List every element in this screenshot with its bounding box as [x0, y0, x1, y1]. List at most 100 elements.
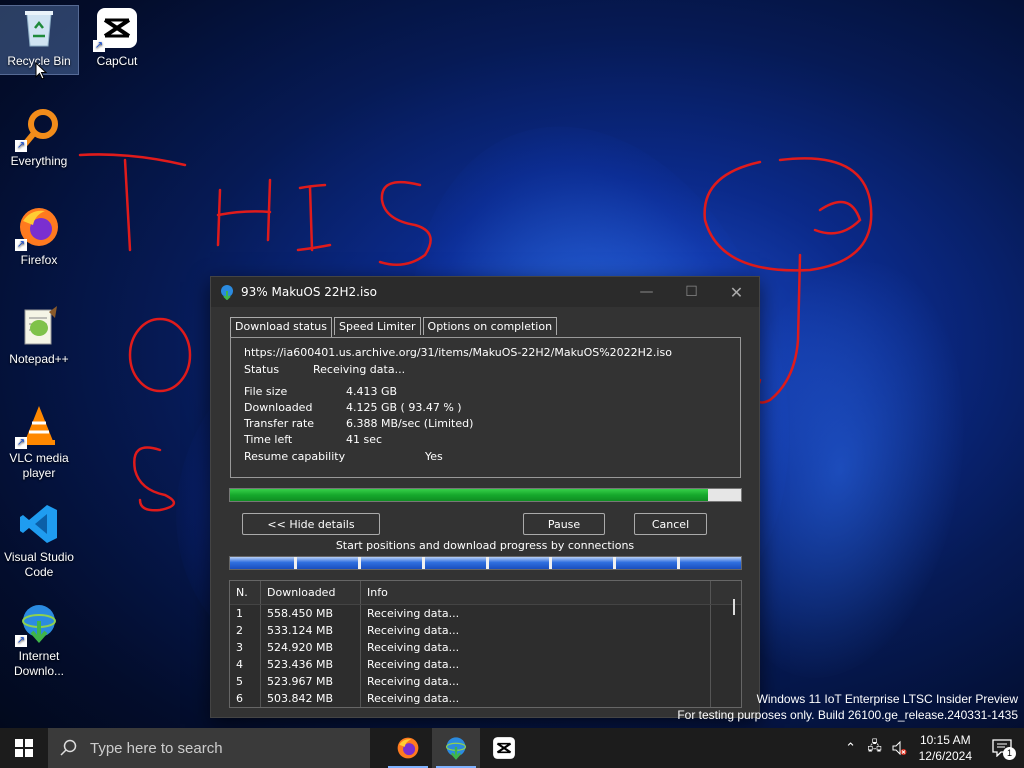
os-watermark: Windows 11 IoT Enterprise LTSC Insider P… — [677, 691, 1018, 723]
connection-info: Receiving data... — [361, 639, 711, 656]
connection-row[interactable]: 3 524.920 MB Receiving data... — [230, 639, 741, 656]
connection-info: Receiving data... — [361, 622, 711, 639]
dialog-title: 93% MakuOS 22H2.iso — [241, 285, 377, 299]
desktop-icon-label: CapCut — [96, 54, 138, 68]
taskbar-app-idm[interactable] — [432, 728, 480, 768]
connection-downloaded: 533.124 MB — [261, 622, 361, 639]
notification-center-button[interactable]: 1 — [980, 728, 1024, 768]
column-header-info[interactable]: Info — [361, 581, 711, 604]
taskbar-clock[interactable]: 10:15 AM 12/6/2024 — [911, 732, 980, 764]
connections-list-header: N. Downloaded Info — [230, 581, 741, 605]
status-value: Receiving data... — [313, 363, 406, 376]
connection-row[interactable]: 2 533.124 MB Receiving data... — [230, 622, 741, 639]
taskbar: Type here to search ⌃ 🖧 10:15 AM 12/6/20… — [0, 728, 1024, 768]
cancel-button[interactable]: Cancel — [634, 513, 707, 535]
idm-icon — [221, 285, 233, 300]
transfer-rate-value: 6.388 MB/sec (Limited) — [346, 417, 474, 430]
download-progress-fill — [230, 489, 708, 501]
connection-downloaded: 558.450 MB — [261, 605, 361, 622]
notepadpp-icon — [17, 304, 61, 348]
connection-number: 3 — [230, 639, 261, 656]
desktop-icon-vlc[interactable]: ↗ VLC media player — [0, 403, 78, 481]
column-header-n[interactable]: N. — [230, 581, 261, 604]
system-tray: ⌃ 🖧 10:15 AM 12/6/2024 1 — [839, 728, 1024, 768]
connection-segment-separator — [613, 557, 617, 569]
connection-row[interactable]: 1 558.450 MB Receiving data... — [230, 605, 741, 622]
vscode-icon — [17, 502, 61, 546]
download-url: https://ia600401.us.archive.org/31/items… — [244, 346, 672, 359]
status-label: Status — [244, 363, 280, 376]
connection-segment-separator — [421, 557, 425, 569]
firefox-icon — [397, 737, 419, 759]
maximize-button[interactable]: ☐ — [669, 277, 714, 307]
desktop-icon-notepadpp[interactable]: Notepad++ — [0, 304, 78, 367]
shortcut-arrow-icon: ↗ — [15, 635, 27, 647]
downloaded-value: 4.125 GB ( 93.47 % ) — [346, 401, 462, 414]
connection-downloaded: 524.920 MB — [261, 639, 361, 656]
connection-row[interactable]: 4 523.436 MB Receiving data... — [230, 656, 741, 673]
firefox-icon: ↗ — [15, 205, 61, 251]
taskbar-app-capcut[interactable] — [480, 728, 528, 768]
connections-caption: Start positions and download progress by… — [335, 539, 635, 552]
list-scrollbar[interactable] — [733, 599, 735, 615]
connection-number: 5 — [230, 673, 261, 690]
vlc-icon: ↗ — [15, 403, 61, 449]
search-icon — [60, 739, 77, 756]
tab-options-on-completion[interactable]: Options on completion — [422, 317, 558, 335]
connection-number: 6 — [230, 690, 261, 707]
idm-icon: ↗ — [15, 601, 61, 647]
desktop-icon-label: VLC media player — [9, 451, 69, 480]
volume-muted-icon[interactable] — [887, 728, 911, 768]
connection-row[interactable]: 5 523.967 MB Receiving data... — [230, 673, 741, 690]
shortcut-arrow-icon: ↗ — [15, 239, 27, 251]
taskbar-search-box[interactable]: Type here to search — [48, 728, 370, 768]
pause-button[interactable]: Pause — [523, 513, 605, 535]
desktop-icon-firefox[interactable]: ↗ Firefox — [0, 205, 78, 268]
connection-segment-separator — [357, 557, 361, 569]
shortcut-arrow-icon: ↗ — [93, 40, 105, 52]
everything-search-icon: ↗ — [15, 106, 61, 152]
desktop-icon-vscode[interactable]: Visual Studio Code — [0, 502, 78, 580]
taskbar-app-firefox[interactable] — [384, 728, 432, 768]
chevron-up-icon[interactable]: ⌃ — [839, 728, 863, 768]
desktop-icon-idm[interactable]: ↗ Internet Downlo... — [0, 601, 78, 679]
connection-info: Receiving data... — [361, 690, 711, 707]
dialog-tabs: Download status Speed Limiter Options on… — [230, 317, 559, 338]
capcut-icon — [493, 737, 515, 759]
connection-number: 4 — [230, 656, 261, 673]
connections-progress-bar — [229, 556, 742, 570]
download-status-panel: https://ia600401.us.archive.org/31/items… — [230, 337, 741, 478]
connections-list[interactable]: N. Downloaded Info 1 558.450 MB Receiving … — [229, 580, 742, 708]
minimize-button[interactable]: — — [624, 277, 669, 307]
desktop-icon-everything[interactable]: ↗ Everything — [0, 106, 78, 169]
column-header-downloaded[interactable]: Downloaded — [261, 581, 361, 604]
desktop-icon-label: Visual Studio Code — [4, 550, 74, 579]
network-icon[interactable]: 🖧 — [863, 728, 887, 768]
close-button[interactable]: ✕ — [714, 277, 759, 307]
search-placeholder: Type here to search — [90, 739, 223, 757]
tab-download-status[interactable]: Download status — [230, 317, 332, 338]
start-button[interactable] — [0, 728, 48, 768]
resume-capability-value: Yes — [425, 450, 443, 463]
connection-number: 1 — [230, 605, 261, 622]
connection-number: 2 — [230, 622, 261, 639]
file-size-label: File size — [244, 385, 288, 398]
file-size-value: 4.413 GB — [346, 385, 398, 398]
download-progress-bar — [229, 488, 742, 502]
tab-speed-limiter[interactable]: Speed Limiter — [333, 317, 421, 335]
capcut-icon: ↗ — [93, 6, 139, 52]
time-left-value: 41 sec — [346, 433, 383, 446]
watermark-line: Windows 11 IoT Enterprise LTSC Insider P… — [756, 692, 1018, 706]
desktop-icon-capcut[interactable]: ↗ CapCut — [78, 6, 156, 69]
watermark-line: For testing purposes only. Build 26100.g… — [677, 708, 1018, 722]
connection-downloaded: 523.436 MB — [261, 656, 361, 673]
time-left-label: Time left — [244, 433, 293, 446]
download-progress-dialog: 93% MakuOS 22H2.iso — ☐ ✕ Download statu… — [210, 276, 760, 718]
hide-details-button[interactable]: << Hide details — [242, 513, 380, 535]
desktop-icon-label: Internet Downlo... — [13, 649, 65, 678]
dialog-titlebar[interactable]: 93% MakuOS 22H2.iso — ☐ ✕ — [211, 277, 759, 307]
desktop-icon-label: Firefox — [20, 253, 58, 267]
connection-row[interactable]: 6 503.842 MB Receiving data... — [230, 690, 741, 707]
clock-time: 10:15 AM — [919, 733, 971, 747]
mouse-cursor-icon — [35, 62, 47, 80]
